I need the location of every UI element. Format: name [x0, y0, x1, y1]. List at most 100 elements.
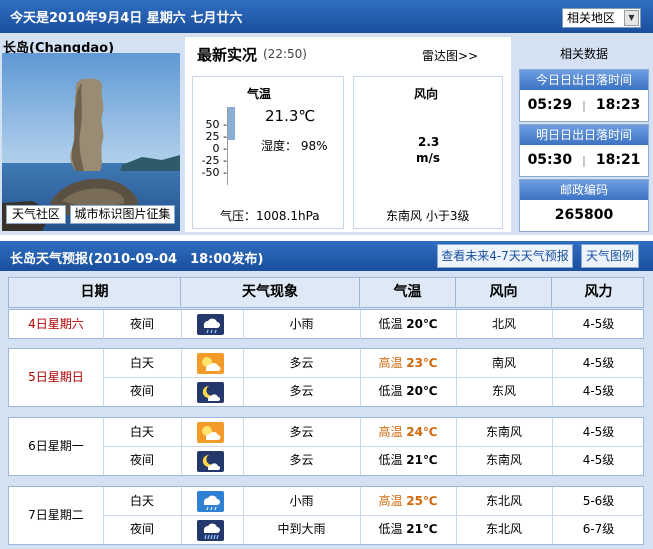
forecast-4-7-days-button[interactable]: 查看未来4-7天天气预报: [437, 244, 573, 268]
divider: [181, 310, 182, 339]
weather-text: 多云: [289, 384, 314, 398]
period: 夜间: [129, 522, 154, 536]
temp-value: 21℃: [406, 453, 438, 467]
weather-text: 多云: [289, 453, 314, 467]
top-bar: 今天是2010年9月4日 星期六 七月廿六 相关地区 ▼: [0, 0, 653, 33]
forecast-day-4: 7日星期二 白天 小雨 高温 25℃ 东北风 5-6级 夜间 中到大雨 低温 2…: [8, 486, 645, 545]
temperature-cell: 低温 20℃: [360, 377, 456, 406]
wind-force: 4-5级: [582, 356, 615, 370]
forecast-title: 长岛天气预报(2010-09-04 18:00发布): [10, 252, 264, 267]
temp-label: 高温: [378, 425, 403, 439]
temp-label: 低温: [378, 453, 403, 467]
temperature-card: 气温 21.3℃ 湿度： 98% 气压：1008.1hPa 50 - 25 - …: [192, 76, 344, 229]
temp-value: 24℃: [406, 425, 438, 439]
header-wind-direction: 风向: [456, 278, 552, 307]
forecast-date: 7日星期二: [28, 508, 84, 522]
wind-force: 4-5级: [582, 453, 615, 467]
today-sunrise: 05:29: [527, 97, 573, 113]
header-weather: 天气现象: [181, 278, 360, 307]
weather-text: 多云: [289, 356, 314, 370]
temperature-cell: 低温 21℃: [360, 515, 456, 544]
temperature-label: 气温: [247, 87, 272, 101]
thermometer-axis: [227, 107, 228, 185]
temperature-value: 21.3℃: [265, 107, 316, 125]
related-data-title: 相关数据: [559, 47, 608, 61]
light-rain-night-icon: [197, 314, 224, 335]
current-date: 今天是2010年9月4日 星期六 七月廿六: [10, 11, 243, 26]
realtime-time: (22:50): [263, 47, 307, 61]
header-temperature: 气温: [360, 278, 456, 307]
radar-link[interactable]: 雷达图>>: [422, 47, 478, 64]
wind-force: 4-5级: [582, 425, 615, 439]
tomorrow-sunrise: 05:30: [527, 152, 573, 168]
temp-label: 高温: [378, 356, 403, 370]
temperature-cell: 高温 23℃: [360, 349, 456, 378]
wind-force: 5-6级: [582, 494, 615, 508]
weather-legend-button[interactable]: 天气图例: [581, 244, 639, 268]
today-sun-times: 05:29 | 18:23: [520, 90, 648, 121]
wind-direction: 东南风: [485, 453, 522, 467]
forecast-table-header: 日期 天气现象 气温 风向 风力: [8, 277, 644, 308]
today-sun-box: 今日日出日落时间 05:29 | 18:23: [519, 69, 649, 122]
temperature-cell: 低温 20℃: [360, 310, 456, 339]
wind-label: 风向: [414, 87, 439, 101]
light-rain-day-icon: [197, 491, 224, 512]
weather-text: 中到大雨: [277, 522, 326, 536]
tomorrow-sun-box: 明日日出日落时间 05:30 | 18:21: [519, 124, 649, 177]
city-panel: 长岛(Changdao) 天气社区 城市标识图片征集: [0, 33, 183, 235]
temp-value: 20℃: [406, 317, 438, 331]
weather-community-link[interactable]: 天气社区: [6, 205, 66, 224]
wind-force: 4-5级: [582, 317, 615, 331]
divider: [181, 418, 182, 475]
wind-direction: 东风: [491, 384, 516, 398]
cloudy-night-icon: [197, 382, 224, 403]
wind-direction: 东北风: [485, 522, 522, 536]
weather-text: 多云: [289, 425, 314, 439]
temp-value: 23℃: [406, 356, 438, 370]
tomorrow-sun-times: 05:30 | 18:21: [520, 145, 648, 176]
period: 白天: [129, 494, 154, 508]
forecast-day-1: 4日星期六 夜间 小雨 低温 20℃ 北风 4-5级: [8, 309, 644, 339]
temp-label: 低温: [378, 384, 403, 398]
wind-card: 风向 2.3 m/s 东南风 小于3级: [353, 76, 503, 229]
region-select-value: 相关地区: [567, 11, 616, 25]
temp-label: 低温: [378, 522, 403, 536]
related-data-panel: 相关数据 今日日出日落时间 05:29 | 18:23 明日日出日落时间 05:30…: [515, 33, 653, 235]
forecast-date: 6日星期一: [28, 439, 84, 453]
humidity-value: 湿度： 98%: [261, 139, 328, 153]
forecast-date: 4日星期六: [28, 317, 84, 331]
temp-label: 高温: [378, 494, 403, 508]
wind-force: 4-5级: [582, 384, 615, 398]
postcode-box: 邮政编码 265800: [519, 179, 649, 232]
postcode-label: 邮政编码: [520, 180, 648, 200]
temperature-cell: 高温 25℃: [360, 487, 456, 516]
city-photo-contest-link[interactable]: 城市标识图片征集: [70, 205, 175, 224]
wind-force: 6-7级: [582, 522, 615, 536]
region-select[interactable]: 相关地区 ▼: [562, 8, 641, 28]
separator: |: [582, 99, 586, 112]
postcode-value: 265800: [554, 207, 614, 223]
cloudy-night-icon: [197, 451, 224, 472]
temp-value: 25℃: [406, 494, 438, 508]
temperature-cell: 低温 21℃: [360, 446, 456, 475]
wind-direction: 南风: [491, 356, 516, 370]
temp-value: 21℃: [406, 522, 438, 536]
dropdown-arrow-icon[interactable]: ▼: [624, 10, 639, 26]
wind-direction: 北风: [491, 317, 516, 331]
tomorrow-sun-label: 明日日出日落时间: [520, 125, 648, 145]
tomorrow-sunset: 18:21: [595, 152, 641, 168]
realtime-title: 最新实况: [197, 46, 258, 64]
header-wind-force: 风力: [584, 284, 613, 300]
period: 白天: [129, 356, 154, 370]
temp-value: 20℃: [406, 384, 438, 398]
wind-description: 东南风 小于3级: [386, 209, 470, 223]
wind-direction: 东北风: [485, 494, 522, 508]
divider: [181, 487, 182, 544]
cloudy-day-icon: [197, 422, 224, 443]
period: 夜间: [129, 317, 154, 331]
weather-text: 小雨: [289, 317, 314, 331]
temp-label: 低温: [378, 317, 403, 331]
forecast-date: 5日星期日: [28, 370, 84, 384]
period: 夜间: [129, 453, 154, 467]
temperature-scale: 50 - 25 - 0 - -25 - -50 -: [199, 119, 227, 179]
